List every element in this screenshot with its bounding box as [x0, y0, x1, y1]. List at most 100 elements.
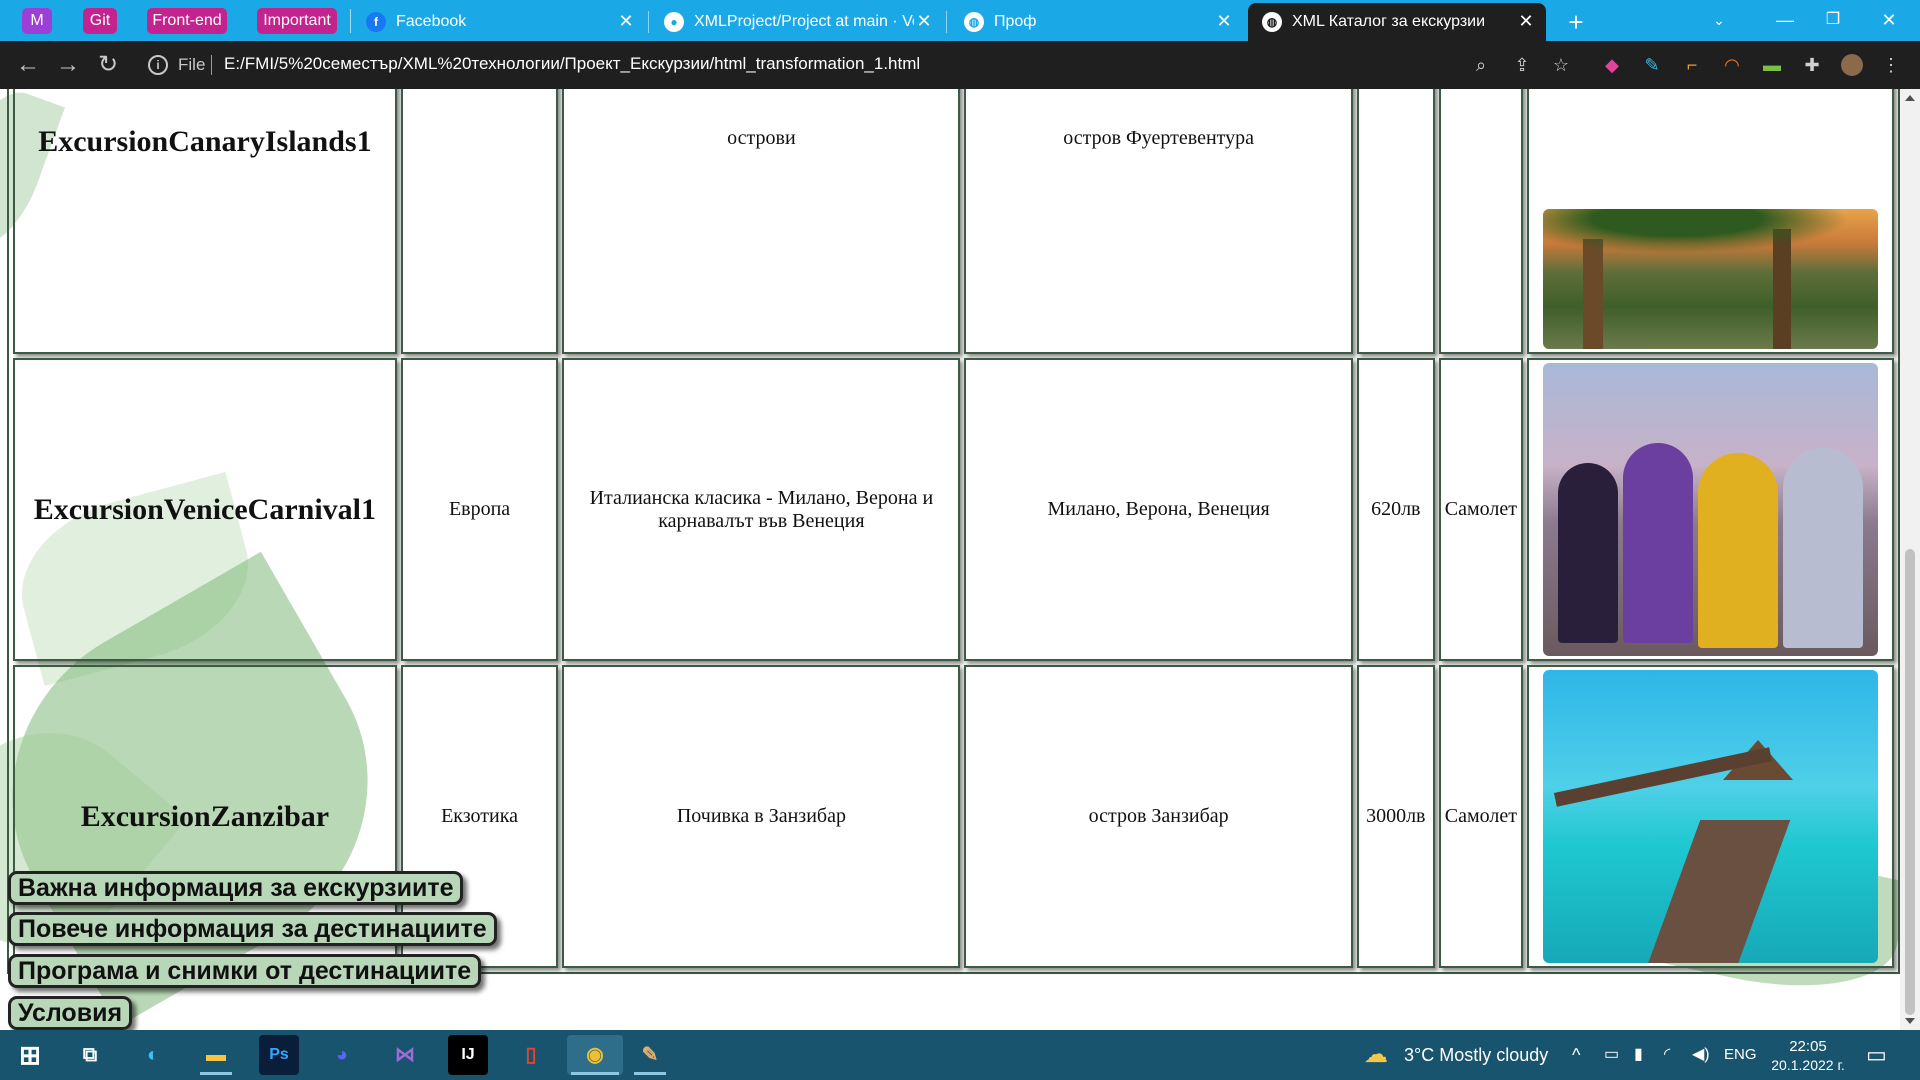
tab-facebook[interactable]: f Facebook ✕ [352, 3, 646, 41]
excursion-destinations: остров Фуертевентура [964, 89, 1353, 354]
file-explorer-icon[interactable]: ▬ [196, 1035, 236, 1075]
clock-date[interactable]: 20.1.2022 г. [1768, 1040, 1848, 1080]
table-row: ExcursionCanaryIslands1 острови остров Ф… [13, 89, 1894, 354]
office-icon[interactable]: ▯ [511, 1035, 551, 1075]
volume-icon[interactable]: ◀) [1692, 1030, 1710, 1080]
intellij-icon[interactable]: IJ [448, 1035, 488, 1075]
excursion-destinations: Милано, Верона, Венеция [964, 358, 1353, 661]
windows-start-icon[interactable]: ⊞ [10, 1035, 50, 1075]
table-row: ExcursionVeniceCarnival1 Европа Италианс… [13, 358, 1894, 661]
ruler-extension-icon[interactable]: ⌐ [1681, 54, 1703, 76]
globe-icon: ◍ [964, 12, 984, 32]
excursion-title: острови [562, 89, 961, 354]
close-icon[interactable]: ✕ [1516, 11, 1536, 31]
excursion-transport: Самолет [1438, 358, 1523, 661]
costume-figure [1623, 443, 1693, 643]
back-button[interactable]: ← [12, 49, 44, 81]
wifi-icon[interactable]: ◜ [1664, 1030, 1670, 1080]
tab-title: XML Каталог за екскурзии [1292, 13, 1486, 30]
pen-extension-icon[interactable]: ✎ [1641, 54, 1663, 76]
restore-button[interactable]: ❐ [1810, 0, 1856, 40]
rss-extension-icon[interactable]: ◠ [1721, 54, 1743, 76]
costume-figure [1558, 463, 1618, 643]
usb-icon[interactable]: ▭ [1604, 1030, 1619, 1080]
language-indicator[interactable]: ENG [1724, 1030, 1757, 1080]
github-icon: ● [664, 12, 684, 32]
edge-icon[interactable]: ◐ [133, 1035, 173, 1075]
bookmark-git[interactable]: Git [83, 8, 117, 34]
important-info-link[interactable]: Важна информация за екскурзиите [8, 871, 464, 905]
visual-studio-icon[interactable]: ⋈ [385, 1035, 425, 1075]
paint-icon[interactable]: ✎ [630, 1035, 670, 1075]
tab-divider [946, 11, 947, 33]
excursion-destinations: остров Занзибар [964, 665, 1353, 968]
new-tab-button[interactable]: + [1560, 6, 1592, 38]
close-icon[interactable]: ✕ [1214, 11, 1234, 31]
tab-xml-catalog[interactable]: ◍ XML Каталог за екскурзии ✕ [1248, 3, 1546, 41]
conditions-link[interactable]: Условия [8, 996, 133, 1030]
excursion-price: 3000лв [1356, 665, 1435, 968]
share-icon[interactable]: ⇪ [1511, 54, 1533, 76]
palm-leaves [1543, 209, 1878, 259]
extensions-puzzle-icon[interactable]: ✚ [1801, 54, 1823, 76]
tab-title: Facebook [396, 13, 467, 30]
tab-prof[interactable]: ◍ Проф ✕ [950, 3, 1244, 41]
tab-github[interactable]: ● XMLProject/Project at main · Vese ✕ [650, 3, 944, 41]
bookmark-important[interactable]: Important [257, 8, 337, 34]
program-photos-link[interactable]: Програма и снимки от дестинациите [8, 954, 482, 988]
excursion-region: Европа [400, 358, 559, 661]
excursion-name: ExcursionCanaryIslands1 [13, 89, 397, 354]
excursion-transport [1438, 89, 1523, 354]
notifications-icon[interactable]: ▭ [1866, 1030, 1887, 1080]
tab-divider [648, 11, 649, 33]
menu-kebab-icon[interactable]: ⋮ [1880, 54, 1902, 76]
color-picker-extension-icon[interactable]: ◆ [1601, 54, 1623, 76]
close-icon[interactable]: ✕ [914, 11, 934, 31]
bookmark-m[interactable]: M [22, 8, 52, 34]
file-label: File [178, 55, 206, 74]
excursion-price: 620лв [1356, 358, 1435, 661]
excursion-title: Италианска класика - Милано, Верона и ка… [562, 358, 961, 661]
excursion-price [1356, 89, 1435, 354]
vertical-scrollbar[interactable] [1900, 89, 1920, 1030]
battery-icon[interactable]: ▮ [1634, 1030, 1643, 1080]
tab-strip: M Git Front-end Important f Facebook ✕ ●… [0, 0, 1920, 41]
bookmark-star-icon[interactable]: ☆ [1550, 54, 1572, 76]
show-hidden-icons-icon[interactable]: ^ [1572, 1030, 1580, 1080]
close-window-button[interactable]: ✕ [1866, 0, 1912, 40]
tab-title: Проф [994, 13, 1037, 30]
excursion-region [400, 89, 559, 354]
page-viewport: ExcursionCanaryIslands1 острови остров Ф… [0, 89, 1900, 1030]
address-bar[interactable]: i File E:/FMI/5%20семестър/XML%20техноло… [138, 47, 1566, 83]
profile-avatar[interactable] [1841, 54, 1863, 76]
url-text[interactable]: E:/FMI/5%20семестър/XML%20технологии/Про… [224, 54, 920, 74]
bookmark-front-end[interactable]: Front-end [147, 8, 227, 34]
green-extension-icon[interactable]: ▬ [1761, 54, 1783, 76]
active-indicator [571, 1072, 619, 1075]
windows-taskbar: ⊞ ⧉ ◐ ▬ Ps ◕ ⋈ IJ ▯ ◉ ✎ ☁ 3°C Mostly clo… [0, 1030, 1920, 1080]
scroll-up-icon[interactable] [1905, 95, 1915, 101]
globe-icon: ◍ [1262, 12, 1282, 32]
chrome-icon[interactable]: ◉ [567, 1035, 623, 1075]
costume-figure [1698, 453, 1778, 648]
excursion-image-cell [1527, 358, 1894, 661]
excursion-catalog-table: ExcursionCanaryIslands1 острови остров Ф… [7, 89, 1900, 974]
close-icon[interactable]: ✕ [616, 11, 636, 31]
destinations-info-link[interactable]: Повече информация за дестинациите [8, 912, 497, 946]
minimize-button[interactable]: — [1762, 0, 1808, 40]
discord-icon[interactable]: ◕ [322, 1035, 362, 1075]
tab-search-icon[interactable]: ⌄ [1696, 0, 1742, 40]
weather-icon[interactable]: ☁ [1364, 1030, 1388, 1080]
excursion-transport: Самолет [1438, 665, 1523, 968]
info-icon[interactable]: i [148, 55, 168, 75]
excursion-image-cell [1527, 89, 1894, 354]
zoom-icon[interactable]: ⌕ [1470, 54, 1492, 76]
task-view-icon[interactable]: ⧉ [70, 1035, 110, 1075]
reload-button[interactable]: ↻ [92, 49, 124, 81]
scroll-down-icon[interactable] [1905, 1018, 1915, 1024]
tab-separator [350, 9, 351, 33]
scrollbar-thumb[interactable] [1905, 549, 1915, 1015]
forward-button[interactable]: → [52, 49, 84, 81]
photoshop-icon[interactable]: Ps [259, 1035, 299, 1075]
weather-text[interactable]: 3°C Mostly cloudy [1404, 1030, 1548, 1080]
